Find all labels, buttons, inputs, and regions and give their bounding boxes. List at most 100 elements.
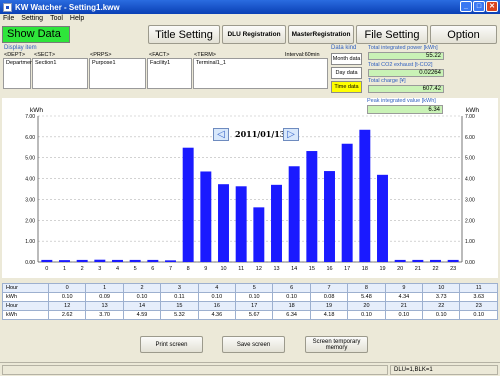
x-tick-label: 11 bbox=[238, 266, 244, 272]
title-setting-button[interactable]: Title Setting bbox=[148, 25, 220, 44]
day-data-button[interactable]: Day data bbox=[331, 67, 362, 79]
table-cell: 2 bbox=[122, 283, 162, 293]
table-row: kWh 2.62 3.70 4.59 5.32 4.36 5.67 6.34 4… bbox=[2, 310, 498, 320]
table-cell: 0.10 bbox=[347, 310, 386, 320]
y-tick-label-right: 7.00 bbox=[465, 114, 475, 120]
x-tick-label: 13 bbox=[273, 266, 279, 272]
table-row: Hour 12 13 14 15 16 17 18 19 20 21 22 23 bbox=[2, 301, 498, 311]
peak-value: 6.34 bbox=[367, 105, 443, 114]
x-tick-label: 18 bbox=[362, 266, 368, 272]
table-cell: 11 bbox=[459, 283, 498, 293]
x-tick-label: 1 bbox=[63, 266, 66, 272]
bar bbox=[394, 259, 406, 262]
title-bar: KW Watcher - Setting1.kww _ □ ✕ bbox=[0, 0, 500, 14]
x-tick-label: 17 bbox=[344, 266, 350, 272]
save-screen-button[interactable]: Save screen bbox=[222, 336, 285, 353]
x-tick-label: 9 bbox=[204, 266, 207, 272]
peak-label: Peak integrated value [kWh] bbox=[367, 98, 436, 104]
chart-panel: kWh kWh 0.00 0.00 1.00 1.00 2.00 2.00 3.00 3.00 4.… bbox=[2, 98, 498, 278]
table-cell: 4.18 bbox=[309, 310, 349, 320]
bar bbox=[165, 260, 176, 262]
screen-temporary-memory-button[interactable]: Screen temporary memory bbox=[305, 336, 368, 353]
close-icon[interactable]: ✕ bbox=[486, 1, 498, 12]
hourly-table: Hour 0 1 2 3 4 5 6 7 8 9 10 11 kWh 0.10 … bbox=[2, 283, 498, 320]
bar bbox=[218, 184, 229, 262]
prps-list[interactable]: Purpose1 bbox=[89, 58, 146, 89]
maximize-icon[interactable]: □ bbox=[473, 1, 485, 12]
co2-label: Total CO2 exhaust [t-CO2] bbox=[368, 62, 433, 68]
minimize-icon[interactable]: _ bbox=[460, 1, 472, 12]
file-setting-button[interactable]: File Setting bbox=[356, 25, 428, 44]
window-title: KW Watcher - Setting1.kww bbox=[15, 2, 120, 12]
menu-help[interactable]: Help bbox=[70, 14, 84, 24]
table-cell: 0.08 bbox=[309, 292, 349, 302]
month-data-button[interactable]: Month data bbox=[331, 53, 362, 65]
kwh-row-label: kWh bbox=[2, 310, 49, 320]
bar bbox=[288, 166, 300, 262]
show-data-button[interactable]: Show Data bbox=[2, 26, 70, 43]
x-tick-label: 3 bbox=[98, 266, 101, 272]
y-tick-label-right: 0.00 bbox=[465, 260, 475, 266]
bar bbox=[359, 129, 371, 262]
table-cell: 0.11 bbox=[160, 292, 199, 302]
bar bbox=[147, 259, 159, 262]
time-data-button[interactable]: Time data bbox=[331, 81, 362, 93]
hour-row-label: Hour bbox=[2, 283, 49, 293]
x-tick-label: 23 bbox=[450, 266, 456, 272]
x-tick-label: 10 bbox=[220, 266, 226, 272]
total-power-label: Total integrated power [kWh] bbox=[368, 45, 438, 51]
bar bbox=[306, 151, 318, 262]
table-cell: 0.09 bbox=[85, 292, 124, 302]
prps-value: Purpose1 bbox=[92, 60, 116, 66]
status-cell-left bbox=[2, 365, 388, 375]
x-tick-label: 7 bbox=[169, 266, 172, 272]
term-value: Terminal1_1 bbox=[196, 60, 226, 66]
table-cell: 9 bbox=[384, 283, 424, 293]
menu-setting[interactable]: Setting bbox=[21, 14, 43, 24]
bar bbox=[41, 259, 53, 262]
sect-value: Section1 bbox=[35, 60, 57, 66]
bar bbox=[341, 143, 353, 262]
table-cell: 12 bbox=[47, 301, 87, 311]
fact-value: Facility1 bbox=[150, 60, 171, 66]
sect-list[interactable]: Section1 bbox=[32, 58, 88, 89]
print-screen-button[interactable]: Print screen bbox=[140, 336, 203, 353]
table-cell: 4 bbox=[197, 283, 237, 293]
display-item-label: Display item bbox=[4, 45, 37, 51]
y-tick-label-left: 4.00 bbox=[25, 177, 35, 183]
master-registration-button[interactable]: MasterRegistration bbox=[288, 25, 354, 44]
app-icon bbox=[3, 2, 12, 12]
table-cell: 1 bbox=[85, 283, 124, 293]
dept-list[interactable]: Department1 bbox=[3, 58, 38, 89]
table-cell: 2.62 bbox=[47, 310, 87, 320]
next-date-button[interactable]: ▷ bbox=[283, 127, 299, 141]
bar bbox=[76, 259, 88, 262]
x-tick-label: 4 bbox=[116, 266, 119, 272]
hour-row-label: Hour bbox=[2, 301, 49, 311]
dlu-registration-button[interactable]: DLU Registration bbox=[222, 25, 286, 44]
x-tick-label: 16 bbox=[326, 266, 332, 272]
term-list[interactable]: Terminal1_1 bbox=[193, 58, 328, 89]
current-date: 2011/01/13 bbox=[235, 129, 286, 139]
menu-tool[interactable]: Tool bbox=[50, 14, 63, 24]
table-cell: 14 bbox=[122, 301, 162, 311]
y-tick-label-right: 5.00 bbox=[465, 156, 475, 162]
prev-date-button[interactable]: ◁ bbox=[213, 127, 229, 141]
data-kind-label: Data kind bbox=[331, 45, 357, 51]
y-tick-label-left: 7.00 bbox=[25, 114, 35, 120]
table-cell: 5 bbox=[235, 283, 274, 293]
option-button[interactable]: Option bbox=[430, 25, 497, 44]
y-tick-label-left: 2.00 bbox=[25, 218, 35, 224]
table-cell: 5.48 bbox=[347, 292, 386, 302]
table-cell: 0.10 bbox=[47, 292, 87, 302]
y-tick-label-right: 6.00 bbox=[465, 135, 475, 141]
fact-list[interactable]: Facility1 bbox=[147, 58, 192, 89]
table-cell: 5.32 bbox=[160, 310, 199, 320]
y-tick-label-left: 1.00 bbox=[25, 239, 35, 245]
x-tick-label: 6 bbox=[151, 266, 154, 272]
y-unit-left: kWh bbox=[30, 107, 43, 114]
table-cell: 0.10 bbox=[272, 292, 311, 302]
table-cell: 17 bbox=[235, 301, 274, 311]
menu-file[interactable]: File bbox=[3, 14, 14, 24]
table-cell: 20 bbox=[347, 301, 386, 311]
